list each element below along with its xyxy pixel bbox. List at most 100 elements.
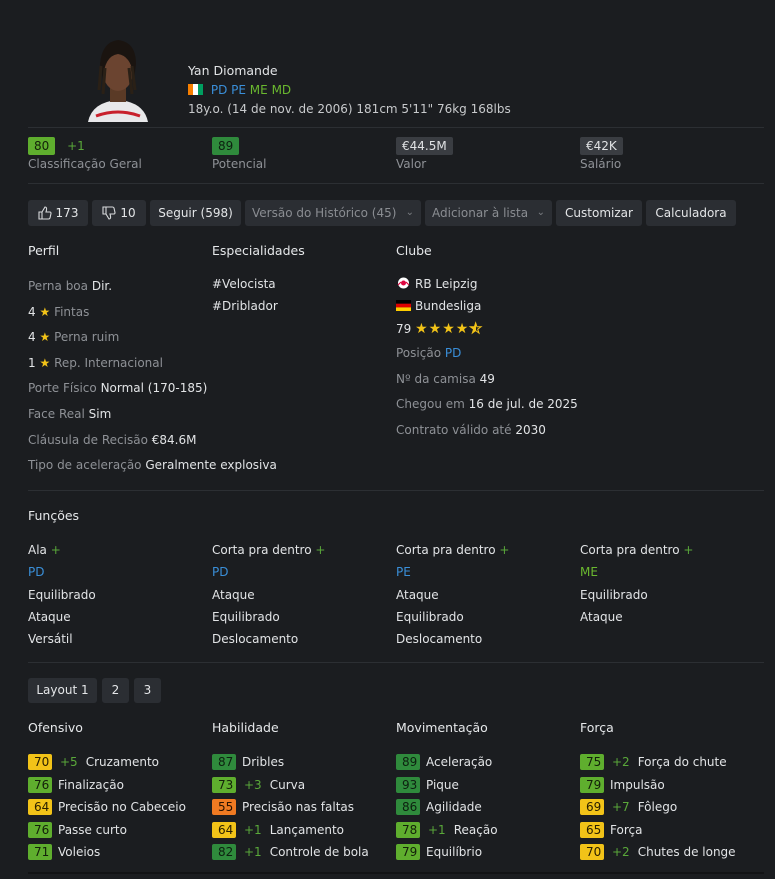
attribute-name: Equilíbrio bbox=[426, 845, 483, 859]
role-style: Ataque bbox=[580, 610, 623, 624]
attribute-name: Passe curto bbox=[58, 823, 127, 837]
add-to-list-label: Adicionar à lista bbox=[432, 206, 529, 220]
club-link[interactable]: RB Leipzig bbox=[396, 277, 477, 291]
ivory-coast-flag-icon bbox=[188, 84, 203, 95]
attribute-value-badge: 75 bbox=[580, 754, 604, 770]
position-tag[interactable]: ME bbox=[250, 83, 268, 97]
attribute-name: Curva bbox=[269, 778, 306, 792]
attribute-delta: +7 bbox=[612, 800, 630, 814]
thumbs-down-icon bbox=[102, 203, 116, 229]
role-style: Ataque bbox=[28, 610, 71, 624]
release-clause-row: Cláusula de Recisão €84.6M bbox=[28, 433, 197, 447]
attribute-row: 76 Passe curto bbox=[28, 821, 127, 839]
divider bbox=[28, 183, 764, 184]
league-link[interactable]: Bundesliga bbox=[396, 299, 481, 313]
chevron-down-icon: ⌄ bbox=[536, 207, 545, 218]
joined-row: Chegou em 16 de jul. de 2025 bbox=[396, 397, 578, 411]
attribute-group-heading: Ofensivo bbox=[28, 720, 83, 735]
profile-heading: Perfil bbox=[28, 243, 60, 258]
player-bio: 18y.o. (14 de nov. de 2006) 181cm 5'11" … bbox=[188, 102, 511, 116]
add-to-list-select[interactable]: Adicionar à lista ⌄ bbox=[425, 200, 552, 226]
attribute-delta: +5 bbox=[60, 755, 78, 769]
attribute-value-badge: 76 bbox=[28, 822, 52, 838]
role-position: PE bbox=[396, 565, 411, 579]
player-name: Yan Diomande bbox=[188, 63, 278, 78]
value-stat: €44.5M Valor bbox=[396, 137, 453, 171]
attribute-row: 70 +2 Chutes de longe bbox=[580, 843, 736, 861]
attribute-row: 73 +3 Curva bbox=[212, 776, 305, 794]
customize-button[interactable]: Customizar bbox=[556, 200, 642, 226]
attribute-row: 69 +7 Fôlego bbox=[580, 798, 677, 816]
position-tag[interactable]: PD bbox=[211, 83, 227, 97]
speciality-tag[interactable]: #Velocista bbox=[212, 277, 276, 291]
speciality-tag[interactable]: #Driblador bbox=[212, 299, 278, 313]
preferred-foot-row: Perna boa Dir. bbox=[28, 279, 113, 293]
attribute-group-heading: Habilidade bbox=[212, 720, 279, 735]
tab-layout-2[interactable]: 2 bbox=[102, 678, 129, 703]
attribute-row: 82 +1 Controle de bola bbox=[212, 843, 369, 861]
attribute-name: Força bbox=[610, 823, 643, 837]
attribute-row: 78 +1 Reação bbox=[396, 821, 498, 839]
divider bbox=[28, 662, 764, 663]
club-stars: ★★★★★★ bbox=[415, 321, 483, 338]
attribute-row: 75 +2 Força do chute bbox=[580, 753, 727, 771]
germany-flag-icon bbox=[396, 300, 411, 311]
roles-heading: Funções bbox=[28, 508, 80, 523]
tab-layout-3[interactable]: 3 bbox=[134, 678, 161, 703]
like-button[interactable]: 173 bbox=[28, 200, 88, 226]
role-style: Equilibrado bbox=[580, 588, 648, 602]
rb-leipzig-logo-icon bbox=[396, 277, 411, 289]
wage-badge: €42K bbox=[580, 137, 623, 155]
attribute-value-badge: 65 bbox=[580, 822, 604, 838]
history-version-select[interactable]: Versão do Histórico (45) ⌄ bbox=[245, 200, 421, 226]
divider bbox=[28, 127, 764, 128]
potential-label: Potencial bbox=[212, 157, 267, 171]
attribute-name: Finalização bbox=[58, 778, 124, 792]
attribute-delta: +2 bbox=[612, 845, 630, 859]
attribute-value-badge: 82 bbox=[212, 844, 236, 860]
role-style: Deslocamento bbox=[212, 632, 299, 646]
value-badge: €44.5M bbox=[396, 137, 453, 155]
role-style: Versátil bbox=[28, 632, 73, 646]
thumbs-up-icon bbox=[37, 203, 52, 229]
overall-stat: 80 +1 Classificação Geral bbox=[28, 137, 142, 171]
potential-stat: 89 Potencial bbox=[212, 137, 266, 171]
chevron-down-icon: ⌄ bbox=[405, 207, 414, 218]
attribute-value-badge: 70 bbox=[580, 844, 604, 860]
overall-delta: +1 bbox=[67, 139, 85, 153]
attribute-value-badge: 87 bbox=[212, 754, 236, 770]
role-position: ME bbox=[580, 565, 598, 579]
value-label: Valor bbox=[396, 157, 427, 171]
attribute-name: Agilidade bbox=[426, 800, 482, 814]
role-style: Ataque bbox=[212, 588, 255, 602]
role-position: PD bbox=[212, 565, 229, 579]
player-avatar bbox=[70, 34, 166, 122]
attribute-name: Precisão no Cabeceio bbox=[58, 800, 186, 814]
attribute-delta: +1 bbox=[428, 823, 446, 837]
position-tag[interactable]: PE bbox=[231, 83, 246, 97]
attribute-value-badge: 76 bbox=[28, 777, 52, 793]
attribute-delta: +1 bbox=[244, 823, 262, 837]
calculator-button[interactable]: Calculadora bbox=[646, 200, 736, 226]
role-name: Corta pra dentro + bbox=[580, 543, 694, 557]
role-style: Equilibrado bbox=[396, 610, 464, 624]
attribute-value-badge: 89 bbox=[396, 754, 420, 770]
position-tag[interactable]: MD bbox=[272, 83, 292, 97]
attribute-name: Voleios bbox=[58, 845, 101, 859]
attribute-row: 65 Força bbox=[580, 821, 642, 839]
tab-layout-1[interactable]: Layout 1 bbox=[28, 678, 97, 703]
attribute-row: 64 Precisão no Cabeceio bbox=[28, 798, 186, 816]
attribute-name: Controle de bola bbox=[269, 845, 369, 859]
attribute-row: 86 Agilidade bbox=[396, 798, 482, 816]
follow-button[interactable]: Seguir (598) bbox=[150, 200, 241, 226]
dislike-button[interactable]: 10 bbox=[92, 200, 146, 226]
body-type-row: Porte Físico Normal (170-185) bbox=[28, 381, 208, 395]
attribute-name: Chutes de longe bbox=[637, 845, 736, 859]
attribute-value-badge: 93 bbox=[396, 777, 420, 793]
role-name: Ala + bbox=[28, 543, 61, 557]
attribute-value-badge: 55 bbox=[212, 799, 236, 815]
attribute-delta: +3 bbox=[244, 778, 262, 792]
attribute-row: 76 Finalização bbox=[28, 776, 124, 794]
role-position: PD bbox=[28, 565, 45, 579]
role-style: Equilibrado bbox=[212, 610, 280, 624]
